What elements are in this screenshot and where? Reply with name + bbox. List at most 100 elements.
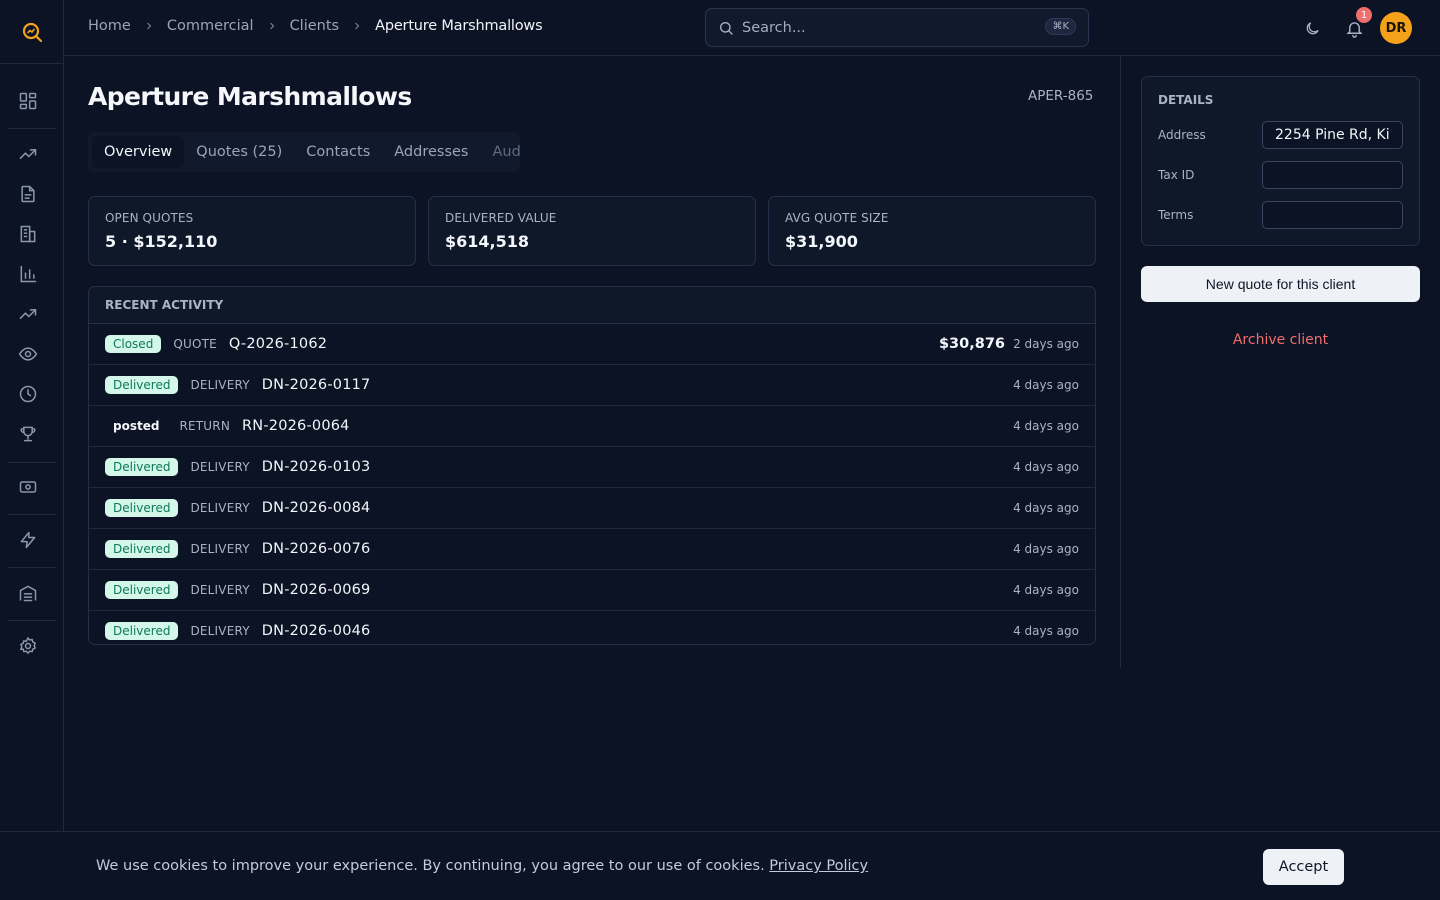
- document-reference[interactable]: RN-2026-0064: [242, 418, 350, 434]
- document-reference[interactable]: DN-2026-0103: [262, 459, 371, 475]
- sidebar-item-settings[interactable]: [16, 634, 40, 658]
- breadcrumb: Home Commercial Clients Aperture Marshma…: [88, 18, 543, 34]
- activity-type: DELIVERY: [190, 583, 250, 597]
- activity-row[interactable]: Delivered DELIVERY DN-2026-0076 4 days ago: [89, 529, 1095, 570]
- address-label: Address: [1158, 128, 1206, 142]
- recent-activity-title: RECENT ACTIVITY: [89, 287, 1095, 324]
- stat-card-open-quotes: OPEN QUOTES 5 · $152,110: [88, 196, 416, 266]
- grid-icon: [19, 92, 37, 110]
- tax-id-field[interactable]: [1262, 161, 1403, 189]
- cookie-banner: We use cookies to improve your experienc…: [0, 831, 1440, 900]
- theme-toggle-button[interactable]: [1301, 17, 1323, 39]
- activity-timestamp: 4 days ago: [1013, 419, 1079, 433]
- sidebar-item-clients[interactable]: [16, 222, 40, 246]
- activity-row[interactable]: Delivered DELIVERY DN-2026-0117 4 days ago: [89, 365, 1095, 406]
- sidebar-item-reports[interactable]: [16, 262, 40, 286]
- status-badge: Delivered: [105, 499, 179, 517]
- document-reference[interactable]: DN-2026-0117: [262, 377, 371, 393]
- panel-divider: [1120, 56, 1121, 668]
- activity-timestamp: 4 days ago: [1013, 542, 1079, 556]
- eye-icon: [18, 347, 38, 361]
- breadcrumb-commercial[interactable]: Commercial: [167, 18, 254, 34]
- tab-audit[interactable]: Audit: [481, 136, 521, 168]
- sidebar-item-dashboard[interactable]: [16, 89, 40, 113]
- tax-id-label: Tax ID: [1158, 168, 1195, 182]
- sidebar-item-automations[interactable]: [16, 528, 40, 552]
- document-reference[interactable]: Q-2026-1062: [229, 336, 327, 352]
- document-reference[interactable]: DN-2026-0046: [262, 623, 371, 639]
- breadcrumb-clients[interactable]: Clients: [290, 18, 340, 34]
- status-badge: Delivered: [105, 540, 179, 558]
- activity-type: DELIVERY: [190, 378, 250, 392]
- user-avatar[interactable]: DR: [1380, 12, 1412, 44]
- warehouse-icon: [19, 585, 37, 602]
- activity-row[interactable]: Closed QUOTE Q-2026-1062 $30,876 2 days ago: [89, 324, 1095, 365]
- sidebar-item-history[interactable]: [16, 382, 40, 406]
- terms-label: Terms: [1158, 208, 1194, 222]
- details-title: DETAILS: [1158, 93, 1214, 107]
- document-icon: [21, 185, 35, 203]
- activity-type: QUOTE: [173, 337, 217, 351]
- top-bar: Home Commercial Clients Aperture Marshma…: [64, 0, 1440, 56]
- activity-row[interactable]: Delivered DELIVERY DN-2026-0046 4 days ago: [89, 611, 1095, 644]
- sidebar-item-analytics[interactable]: [16, 302, 40, 326]
- activity-timestamp: 4 days ago: [1013, 583, 1079, 597]
- building-icon: [20, 225, 36, 243]
- search-placeholder: Search...: [742, 19, 806, 36]
- sidebar-item-watch[interactable]: [16, 342, 40, 366]
- trophy-icon: [20, 426, 36, 442]
- chevron-right-icon: [266, 20, 278, 32]
- sidebar-item-sales[interactable]: [16, 142, 40, 166]
- status-badge: Delivered: [105, 458, 179, 476]
- stat-label: AVG QUOTE SIZE: [785, 211, 889, 225]
- sidebar-item-achievements[interactable]: [16, 422, 40, 446]
- address-field[interactable]: [1262, 121, 1403, 149]
- details-panel: DETAILS Address Tax ID Terms: [1141, 76, 1420, 246]
- activity-row[interactable]: posted RETURN RN-2026-0064 4 days ago: [89, 406, 1095, 447]
- tab-quotes[interactable]: Quotes (25): [184, 136, 294, 168]
- stat-value: $614,518: [445, 232, 530, 251]
- tab-contacts[interactable]: Contacts: [294, 136, 382, 168]
- breadcrumb-current: Aperture Marshmallows: [375, 18, 543, 34]
- status-badge: Closed: [105, 335, 162, 353]
- status-badge: Delivered: [105, 581, 179, 599]
- document-reference[interactable]: DN-2026-0076: [262, 541, 371, 557]
- activity-type: RETURN: [179, 419, 231, 433]
- status-badge: Delivered: [105, 376, 179, 394]
- activity-row[interactable]: Delivered DELIVERY DN-2026-0084 4 days ago: [89, 488, 1095, 529]
- new-quote-button[interactable]: New quote for this client: [1141, 266, 1420, 302]
- archive-client-button[interactable]: Archive client: [1141, 332, 1420, 348]
- activity-timestamp: 4 days ago: [1013, 460, 1079, 474]
- document-reference[interactable]: DN-2026-0084: [262, 500, 371, 516]
- activity-amount: $30,876: [938, 336, 1005, 352]
- bolt-icon: [20, 531, 36, 549]
- bar-chart-icon: [20, 265, 37, 283]
- sidebar-item-warehouse[interactable]: [16, 581, 40, 605]
- gear-icon: [19, 636, 37, 655]
- chevron-right-icon: [143, 20, 155, 32]
- stat-card-delivered-value: DELIVERED VALUE $614,518: [428, 196, 756, 266]
- activity-timestamp: 2 days ago: [1013, 337, 1079, 351]
- stat-card-avg-quote-size: AVG QUOTE SIZE $31,900: [768, 196, 1096, 266]
- document-reference[interactable]: DN-2026-0069: [262, 582, 371, 598]
- tab-overview[interactable]: Overview: [92, 136, 185, 168]
- trending-up-icon: [19, 309, 37, 319]
- privacy-policy-link[interactable]: Privacy Policy: [769, 858, 868, 874]
- tab-addresses[interactable]: Addresses: [382, 136, 480, 168]
- breadcrumb-home[interactable]: Home: [88, 18, 131, 34]
- search-input[interactable]: Search... ⌘K: [705, 8, 1089, 47]
- sidebar-item-payments[interactable]: [16, 475, 40, 499]
- sidebar-item-quotes[interactable]: [16, 182, 40, 206]
- stat-label: DELIVERED VALUE: [445, 211, 557, 225]
- activity-row[interactable]: Delivered DELIVERY DN-2026-0103 4 days ago: [89, 447, 1095, 488]
- recent-activity-panel: RECENT ACTIVITY Closed QUOTE Q-2026-1062 $3…: [88, 286, 1096, 645]
- notification-count-badge: 1: [1356, 7, 1372, 23]
- client-id: APER-865: [1028, 88, 1094, 104]
- activity-row[interactable]: Delivered DELIVERY DN-2026-0069 4 days ago: [89, 570, 1095, 611]
- terms-field[interactable]: [1262, 201, 1403, 229]
- app-logo[interactable]: [0, 0, 63, 64]
- trending-up-icon: [19, 149, 37, 159]
- accept-cookies-button[interactable]: Accept: [1263, 849, 1344, 885]
- stat-label: OPEN QUOTES: [105, 211, 194, 225]
- stat-value: $31,900: [785, 232, 858, 251]
